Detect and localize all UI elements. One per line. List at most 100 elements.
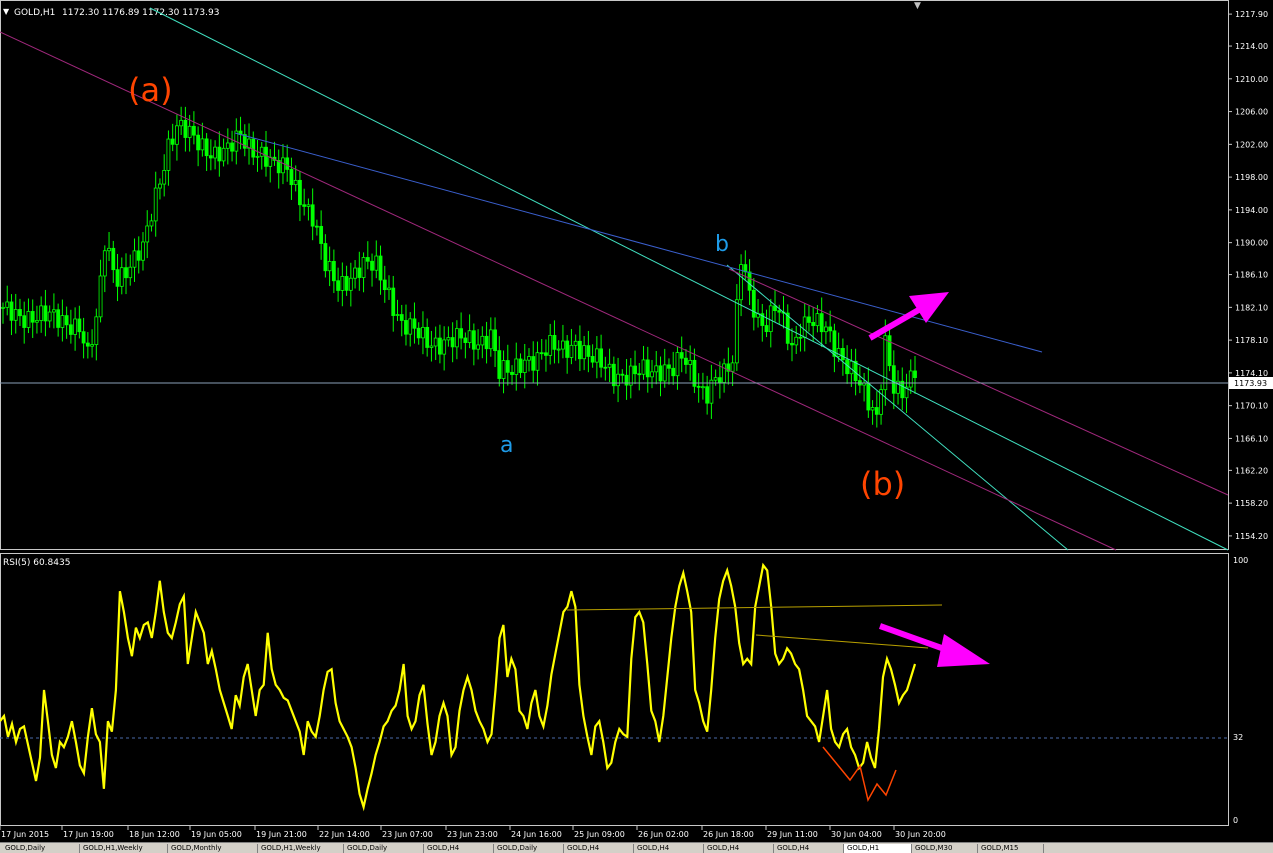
- candle-body: [429, 345, 434, 348]
- candle-body: [548, 335, 553, 356]
- candle-body: [336, 280, 341, 291]
- candle-body: [399, 314, 404, 321]
- candle-body: [709, 379, 714, 404]
- candle-body: [13, 309, 18, 321]
- candle-body: [493, 329, 497, 352]
- price-tick-label: 1202.00: [1235, 140, 1268, 149]
- candle-body: [85, 342, 90, 347]
- candle-body: [153, 187, 158, 222]
- candle-body: [204, 138, 209, 157]
- price-panel: [0, 0, 1229, 550]
- candle-body: [412, 318, 417, 329]
- candle-body: [488, 329, 493, 350]
- chart-canvas: ▼ GOLD,H1 1172.30 1176.89 1172.30 1173.9…: [0, 0, 1273, 839]
- candle-body: [289, 169, 294, 186]
- candle-body: [162, 169, 167, 185]
- wave-label-a-big: (a): [128, 71, 173, 109]
- candle-body: [586, 345, 591, 357]
- candle-body: [514, 358, 519, 375]
- candle-body: [217, 146, 222, 162]
- candle-body: [141, 241, 145, 261]
- candle-body: [331, 261, 336, 282]
- candle-body: [713, 377, 718, 381]
- price-tick-label: 1217.90: [1235, 10, 1268, 19]
- candle-body: [175, 125, 179, 145]
- candle-body: [340, 276, 345, 291]
- shift-marker-icon[interactable]: ▼: [914, 1, 921, 11]
- candle-body: [327, 261, 332, 272]
- candle-body: [679, 352, 684, 359]
- candle-body: [115, 269, 120, 287]
- candle-body: [166, 138, 171, 171]
- candle-body: [302, 204, 307, 207]
- candle-body: [565, 340, 570, 358]
- candle-body: [56, 309, 61, 328]
- candle-body: [870, 407, 875, 411]
- candle-body: [370, 260, 374, 271]
- candle-body: [60, 315, 65, 328]
- candle-body: [815, 313, 820, 327]
- candle-body: [662, 364, 667, 382]
- candle-body: [552, 335, 557, 350]
- time-tick-label: 17 Jun 19:00: [63, 830, 114, 839]
- collapse-triangle-icon[interactable]: ▼: [3, 7, 10, 16]
- candle-body: [701, 386, 705, 389]
- candle-body: [730, 362, 735, 372]
- candle-body: [145, 225, 150, 243]
- candle-body: [633, 365, 637, 375]
- candle-body: [450, 337, 455, 348]
- price-tick-label: 1166.10: [1235, 434, 1268, 443]
- candle-body: [658, 365, 663, 382]
- candle-body: [191, 125, 196, 136]
- candle-body: [68, 324, 73, 335]
- candle-body: [467, 330, 472, 343]
- candle-body: [132, 250, 137, 268]
- candle-body: [293, 179, 298, 186]
- chart-tab-bar: GOLD,Daily GOLD,H1,Weekly GOLD,Monthly GOLD…: [0, 842, 1273, 853]
- price-tick-label: 1214.00: [1235, 42, 1268, 51]
- price-tick-label: 1182.10: [1235, 303, 1268, 312]
- candle-body: [124, 267, 128, 279]
- candle-body: [353, 267, 357, 279]
- candle-body: [438, 337, 442, 355]
- candle-body: [128, 266, 133, 279]
- candle-body: [819, 313, 824, 333]
- candle-body: [840, 348, 845, 361]
- candle-body: [382, 279, 387, 291]
- time-tick-label: 18 Jun 12:00: [129, 830, 180, 839]
- candle-body: [158, 183, 162, 189]
- rsi-tick-label: 100: [1233, 556, 1248, 565]
- candle-body: [314, 225, 319, 228]
- candle-body: [641, 359, 646, 375]
- candle-body: [544, 352, 548, 356]
- candle-body: [675, 352, 680, 377]
- time-tick-label: 25 Jun 09:00: [574, 830, 625, 839]
- candle-body: [476, 344, 480, 350]
- candle-body: [298, 179, 302, 206]
- candle-body: [828, 326, 833, 332]
- candle-body: [98, 275, 103, 318]
- candle-body: [319, 225, 324, 244]
- candle-body: [111, 247, 116, 271]
- candle-body: [705, 386, 710, 404]
- candle-body: [442, 339, 447, 355]
- time-tick-label: 26 Jun 18:00: [703, 830, 754, 839]
- candle-body: [900, 380, 905, 399]
- candle-body: [501, 360, 506, 379]
- rsi-tick-label: 0: [1233, 816, 1238, 825]
- candle-body: [200, 138, 205, 151]
- candle-body: [667, 364, 671, 369]
- candle-body: [463, 337, 468, 343]
- candle-body: [510, 371, 514, 375]
- candle-body: [30, 311, 35, 323]
- candle-body: [225, 142, 230, 149]
- candle-body: [251, 138, 256, 158]
- candle-body: [518, 358, 523, 373]
- candle-body: [73, 318, 78, 335]
- candle-body: [645, 359, 650, 378]
- candle-body: [404, 320, 408, 335]
- candle-body: [577, 340, 582, 360]
- candle-body: [416, 327, 421, 339]
- price-tick-label: 1170.10: [1235, 402, 1268, 411]
- candle-body: [913, 370, 917, 378]
